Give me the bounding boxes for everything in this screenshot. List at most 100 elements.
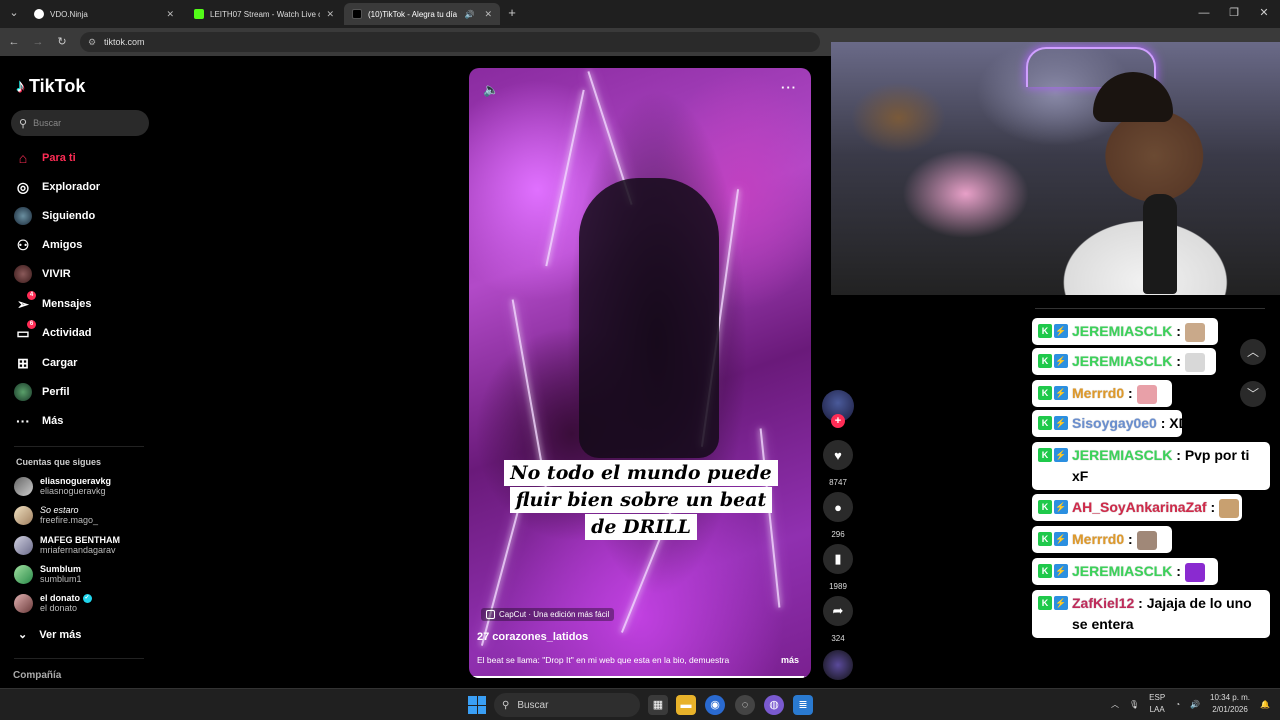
music-disc[interactable]: [823, 650, 853, 680]
nav-mas[interactable]: ··· Más: [14, 410, 63, 432]
chrome-icon[interactable]: ◉: [705, 695, 725, 715]
kick-badge-icon: K ⚡: [1038, 324, 1068, 338]
chat-message: K ⚡ Sisoygay0e0 : XD: [1032, 410, 1189, 437]
minimize-icon[interactable]: —: [1196, 5, 1212, 21]
chat-message: K ⚡ Merrrd0 :: [1032, 526, 1172, 554]
comment-button[interactable]: ● 296: [822, 492, 854, 539]
chevron-up-icon[interactable]: ︿: [1111, 699, 1119, 710]
taskbar-search[interactable]: ⚲ Buscar: [494, 693, 640, 717]
video-progress-bar[interactable]: [469, 676, 811, 678]
browser-tab-bar: ⌄ VDO.Ninja ✕ LEITH07 Stream - Watch Liv…: [0, 0, 1280, 28]
video-player[interactable]: 🔈 ··· No todo el mundo puede fluir bien …: [469, 68, 811, 678]
company-link[interactable]: Compañía: [13, 670, 61, 681]
upload-icon: ⊞: [17, 354, 29, 371]
windows-start-icon[interactable]: [468, 696, 486, 714]
chat-message: K ⚡ ZafKiel12 : Jajaja de lo uno se entera: [1032, 590, 1270, 638]
window-close-icon[interactable]: ✕: [1256, 5, 1272, 21]
avatar: [14, 564, 33, 584]
speaker-icon[interactable]: 🔊: [464, 10, 474, 19]
share-button[interactable]: ➦ 324: [822, 596, 854, 643]
nav-explorador[interactable]: ◎ Explorador: [14, 176, 100, 198]
close-icon[interactable]: ✕: [166, 9, 174, 20]
forward-icon[interactable]: →: [30, 34, 46, 50]
avatar: [14, 535, 33, 555]
microphone-icon[interactable]: 🎙: [1129, 700, 1139, 709]
notification-badge: 4: [27, 291, 36, 300]
nav-actividad[interactable]: ▭ 6 Actividad: [14, 320, 92, 344]
nav-para-ti[interactable]: ⌂ Para ti: [14, 147, 76, 169]
chat-username: JEREMIASCLK: [1072, 323, 1173, 339]
avatar: [14, 505, 33, 525]
account-name: el donato: [40, 593, 80, 603]
divider: [14, 658, 144, 659]
notepad-icon[interactable]: ≣: [793, 695, 813, 715]
capcut-badge[interactable]: CapCut · Una edición más fácil: [481, 608, 615, 621]
store-icon[interactable]: ▦: [648, 695, 668, 715]
speaker-icon[interactable]: 🔈: [483, 82, 499, 98]
lang-top: ESP: [1149, 693, 1166, 702]
avatar: [14, 593, 33, 613]
chevron-down-icon[interactable]: ﹀: [1240, 381, 1266, 407]
tab-list-icon[interactable]: ⌄: [6, 5, 22, 21]
chevron-up-icon[interactable]: ︿: [1240, 339, 1266, 365]
language-indicator[interactable]: ESP LAA: [1149, 692, 1165, 716]
save-button[interactable]: ▮ 1989: [822, 544, 854, 591]
volume-icon[interactable]: 🔊: [1190, 700, 1200, 709]
chat-username: AH_SoyAnkarinaZaf: [1072, 499, 1207, 515]
nav-cargar[interactable]: ⊞ Cargar: [14, 352, 77, 374]
site-info-icon[interactable]: ⚙: [88, 32, 96, 52]
chat-username: Sisoygay0e0: [1072, 415, 1157, 431]
nav-mensajes[interactable]: ➢ 4 Mensajes: [14, 291, 92, 315]
restore-icon[interactable]: ❐: [1226, 5, 1242, 21]
inbox-icon: ▭ 6: [14, 320, 36, 342]
nav-vivir[interactable]: VIVIR: [14, 263, 71, 285]
nav-label: Actividad: [42, 327, 92, 339]
app-icon[interactable]: ◍: [764, 695, 784, 715]
see-more-button[interactable]: ⌄ Ver más: [18, 628, 81, 642]
search-input[interactable]: ⚲ Buscar: [11, 110, 149, 136]
more-options-icon[interactable]: ···: [781, 80, 797, 95]
divider: [14, 446, 144, 447]
chat-message: K ⚡ AH_SoyAnkarinaZaf :: [1032, 494, 1242, 522]
back-icon[interactable]: ←: [6, 34, 22, 50]
wifi-icon[interactable]: ◔: [1175, 700, 1180, 709]
nav-label: Siguiendo: [42, 210, 96, 222]
follow-button[interactable]: +: [831, 414, 845, 428]
tab-tiktok[interactable]: (10)TikTok - Alegra tu día 🔊 ✕: [344, 3, 500, 25]
new-tab-button[interactable]: +: [504, 5, 520, 21]
nav-label: Amigos: [42, 239, 83, 251]
clock[interactable]: 10:34 p. m. 2/01/2026: [1210, 692, 1250, 716]
following-account[interactable]: So estaro freefire.mago_: [14, 505, 98, 525]
following-account[interactable]: Sumblum sumblum1: [14, 564, 82, 584]
tab-leith07-stream[interactable]: LEITH07 Stream - Watch Live on ✕: [186, 3, 342, 25]
video-caption-overlay: No todo el mundo puede fluir bien sobre …: [497, 460, 785, 541]
emote-icon: [1136, 385, 1157, 405]
tab-vdo-ninja[interactable]: VDO.Ninja ✕: [26, 3, 182, 25]
video-author[interactable]: 27 corazones_latidos: [477, 631, 588, 643]
account-name: eliasnogueravkg: [40, 476, 112, 486]
obs-icon[interactable]: ◌: [735, 695, 755, 715]
folder-icon[interactable]: ▬: [676, 695, 696, 715]
following-account[interactable]: el donato ✓ el donato: [14, 593, 92, 613]
url-field[interactable]: ⚙ tiktok.com: [80, 32, 820, 52]
chat-message: K ⚡ JEREMIASCLK :: [1032, 318, 1218, 346]
tiktok-logo[interactable]: ♪ TikTok: [16, 76, 85, 97]
nav-amigos[interactable]: ⚇ Amigos: [14, 234, 83, 256]
like-button[interactable]: ♥ 8747: [822, 440, 854, 487]
account-name: MAFEG BENTHAM: [40, 535, 120, 545]
caption-text: No todo el mundo puede fluir bien sobre …: [504, 460, 778, 540]
more-icon: ···: [16, 413, 30, 429]
live-icon: [14, 265, 32, 283]
chat-username: ZafKiel12: [1072, 595, 1135, 611]
close-icon[interactable]: ✕: [326, 9, 334, 20]
more-button[interactable]: más: [781, 655, 799, 665]
close-icon[interactable]: ✕: [484, 9, 492, 20]
notification-icon[interactable]: 🔔: [1260, 700, 1270, 709]
following-account[interactable]: MAFEG BENTHAM mriafernandagarav: [14, 535, 120, 555]
following-account[interactable]: eliasnogueravkg eliasnogueravkg: [14, 476, 111, 496]
nav-siguiendo[interactable]: Siguiendo: [14, 205, 95, 227]
nav-perfil[interactable]: Perfil: [14, 381, 70, 403]
taskbar-search-label: Buscar: [517, 699, 549, 711]
reload-icon[interactable]: ↻: [54, 34, 70, 50]
chat-username: JEREMIASCLK: [1072, 563, 1173, 579]
